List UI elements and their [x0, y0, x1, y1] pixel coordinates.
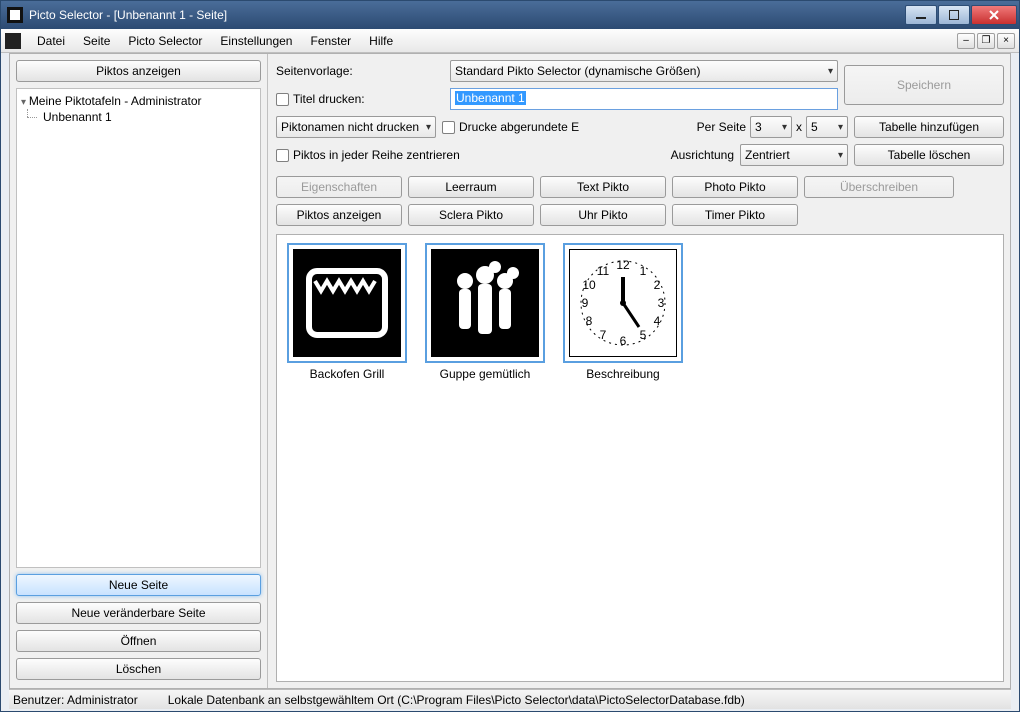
tabelle-loeschen-button[interactable]: Tabelle löschen [854, 144, 1004, 166]
content-area: Piktos anzeigen Meine Piktotafeln - Admi… [9, 53, 1011, 689]
svg-text:4: 4 [654, 314, 661, 328]
titel-drucken-label: Titel drucken: [293, 92, 365, 106]
svg-text:6: 6 [620, 334, 627, 348]
right-panel: Seitenvorlage: Standard Pikto Selector (… [268, 54, 1010, 688]
timer-pikto-button[interactable]: Timer Pikto [672, 204, 798, 226]
left-panel: Piktos anzeigen Meine Piktotafeln - Admi… [10, 54, 268, 688]
sclera-pikto-button[interactable]: Sclera Pikto [408, 204, 534, 226]
picto-item[interactable]: 1212 345 678 91011 Beschreibung [561, 243, 685, 381]
piktotafeln-tree[interactable]: Meine Piktotafeln - Administrator Unbena… [16, 88, 261, 568]
per-seite-height-select[interactable]: 5 [806, 116, 848, 138]
group-icon [431, 249, 539, 357]
photo-pikto-button[interactable]: Photo Pikto [672, 176, 798, 198]
svg-text:1: 1 [640, 264, 647, 278]
seitenvorlage-select[interactable]: Standard Pikto Selector (dynamische Größ… [450, 60, 838, 82]
menu-seite[interactable]: Seite [75, 32, 118, 50]
window-title: Picto Selector - [Unbenannt 1 - Seite] [29, 8, 905, 22]
text-pikto-button[interactable]: Text Pikto [540, 176, 666, 198]
checkbox-icon [276, 93, 289, 106]
per-seite-width-select[interactable]: 3 [750, 116, 792, 138]
titlebar[interactable]: Picto Selector - [Unbenannt 1 - Seite] [1, 1, 1019, 29]
svg-text:8: 8 [586, 314, 593, 328]
clock-icon: 1212 345 678 91011 [569, 249, 677, 357]
status-db: Lokale Datenbank an selbstgewähltem Ort … [168, 693, 745, 707]
loeschen-button[interactable]: Löschen [16, 658, 261, 680]
menu-einstellungen[interactable]: Einstellungen [212, 32, 300, 50]
menubar: Datei Seite Picto Selector Einstellungen… [1, 29, 1019, 53]
mdi-close-button[interactable]: × [997, 33, 1015, 49]
menu-fenster[interactable]: Fenster [302, 32, 359, 50]
oven-icon [293, 249, 401, 357]
menu-app-icon [5, 33, 21, 49]
piktos-anzeigen-button-2[interactable]: Piktos anzeigen [276, 204, 402, 226]
picto-item[interactable]: Backofen Grill [285, 243, 409, 381]
drucke-abgerundet-label: Drucke abgerundete E [459, 120, 579, 134]
svg-text:12: 12 [616, 258, 630, 272]
picto-item[interactable]: Guppe gemütlich [423, 243, 547, 381]
zentrieren-checkbox[interactable]: Piktos in jeder Reihe zentrieren [276, 148, 460, 162]
per-seite-x: x [796, 120, 802, 134]
svg-text:11: 11 [597, 264, 610, 278]
seitenvorlage-label: Seitenvorlage: [276, 64, 444, 78]
svg-text:9: 9 [582, 296, 589, 310]
svg-text:2: 2 [654, 278, 661, 292]
speichern-button[interactable]: Speichern [844, 65, 1004, 105]
titel-drucken-checkbox[interactable]: Titel drucken: [276, 92, 444, 106]
maximize-button[interactable] [938, 5, 970, 25]
piktonamen-select[interactable]: Piktonamen nicht drucken [276, 116, 436, 138]
picto-label: Backofen Grill [310, 367, 385, 381]
ausrichtung-label: Ausrichtung [671, 148, 734, 162]
tree-child[interactable]: Unbenannt 1 [19, 109, 258, 125]
per-seite-label: Per Seite [697, 120, 746, 134]
svg-text:3: 3 [658, 296, 665, 310]
app-window: Picto Selector - [Unbenannt 1 - Seite] D… [0, 0, 1020, 712]
svg-text:5: 5 [640, 328, 647, 342]
checkbox-icon [442, 121, 455, 134]
menu-hilfe[interactable]: Hilfe [361, 32, 401, 50]
close-button[interactable] [971, 5, 1017, 25]
tree-root[interactable]: Meine Piktotafeln - Administrator [19, 93, 258, 109]
zentrieren-label: Piktos in jeder Reihe zentrieren [293, 148, 460, 162]
uhr-pikto-button[interactable]: Uhr Pikto [540, 204, 666, 226]
leerraum-button[interactable]: Leerraum [408, 176, 534, 198]
minimize-button[interactable] [905, 5, 937, 25]
eigenschaften-button[interactable]: Eigenschaften [276, 176, 402, 198]
ausrichtung-select[interactable]: Zentriert [740, 144, 848, 166]
neue-veraenderbare-seite-button[interactable]: Neue veränderbare Seite [16, 602, 261, 624]
neue-seite-button[interactable]: Neue Seite [16, 574, 261, 596]
app-icon [7, 7, 23, 23]
picto-label: Beschreibung [586, 367, 659, 381]
titel-input[interactable]: Unbenannt 1 [450, 88, 838, 110]
menu-datei[interactable]: Datei [29, 32, 73, 50]
tabelle-hinzufuegen-button[interactable]: Tabelle hinzufügen [854, 116, 1004, 138]
drucke-abgerundet-checkbox[interactable]: Drucke abgerundete E [442, 120, 579, 134]
statusbar: Benutzer: Administrator Lokale Datenbank… [9, 689, 1011, 709]
menu-picto-selector[interactable]: Picto Selector [120, 32, 210, 50]
picto-area[interactable]: Backofen Grill [276, 234, 1004, 682]
svg-text:10: 10 [582, 278, 596, 292]
ueberschreiben-button[interactable]: Überschreiben [804, 176, 954, 198]
mdi-restore-button[interactable]: ❐ [977, 33, 995, 49]
oeffnen-button[interactable]: Öffnen [16, 630, 261, 652]
piktos-anzeigen-button[interactable]: Piktos anzeigen [16, 60, 261, 82]
checkbox-icon [276, 149, 289, 162]
picto-label: Guppe gemütlich [440, 367, 531, 381]
status-user: Benutzer: Administrator [13, 693, 138, 707]
mdi-minimize-button[interactable]: – [957, 33, 975, 49]
svg-text:7: 7 [600, 328, 607, 342]
